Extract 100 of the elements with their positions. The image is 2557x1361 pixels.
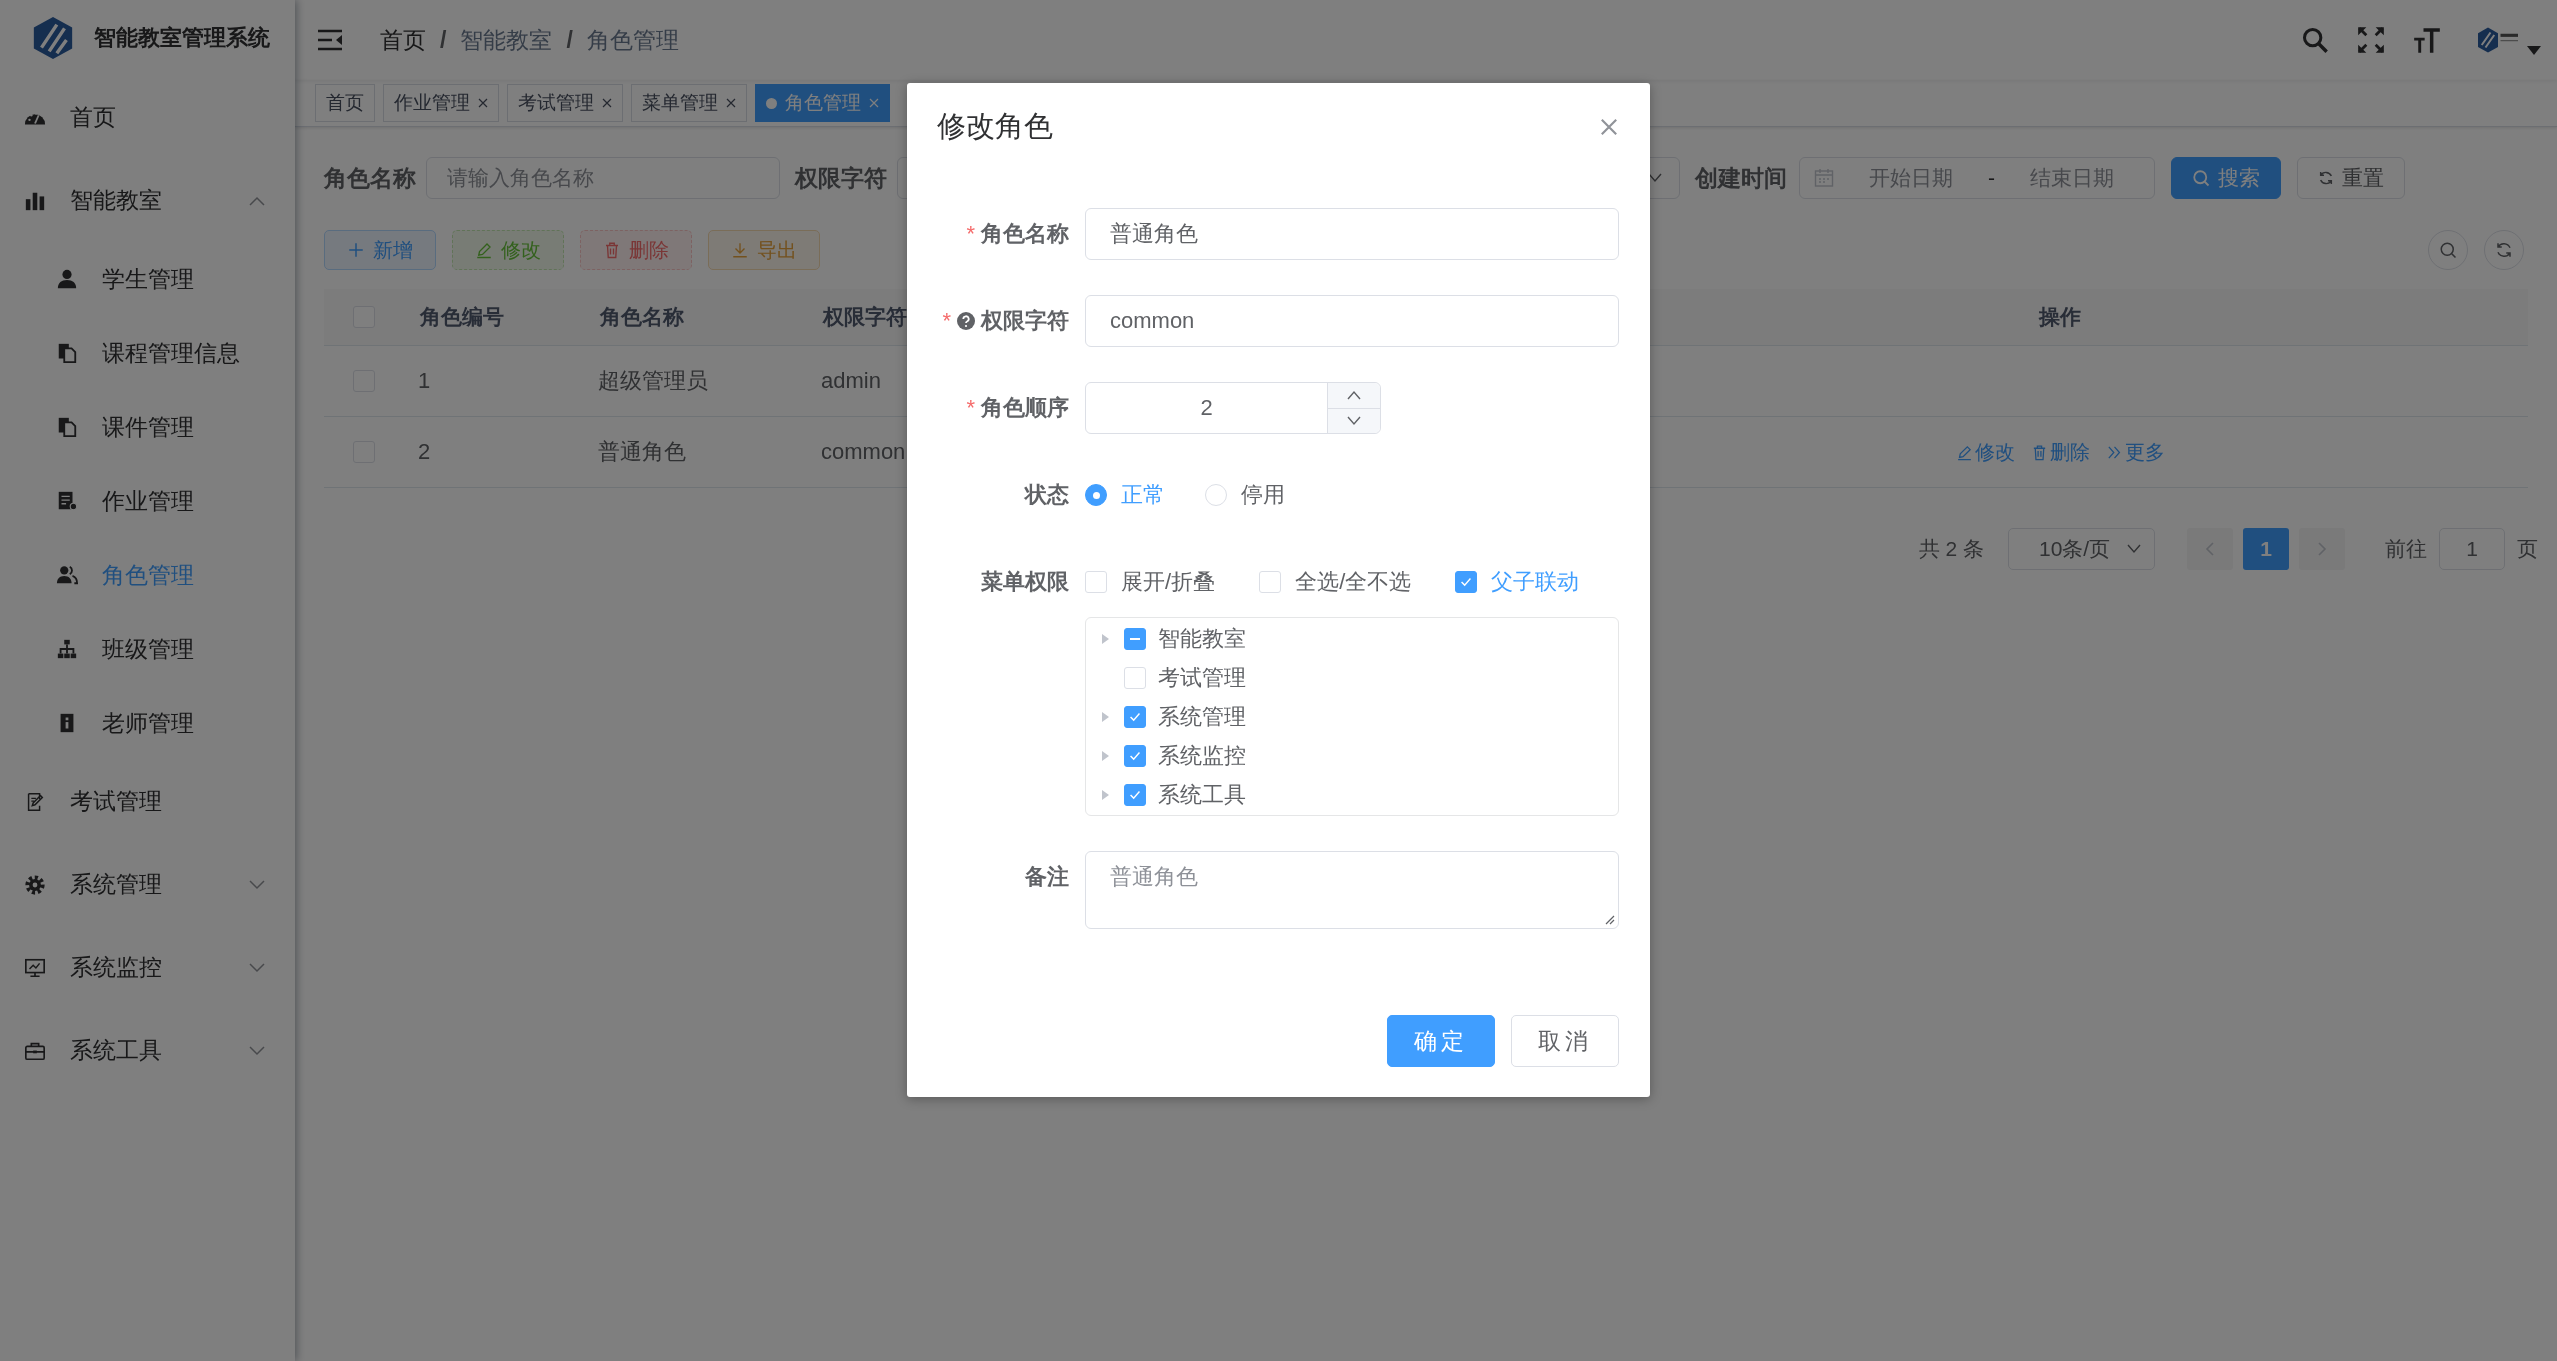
table-cell: 1 (418, 368, 431, 394)
calendar-icon (1814, 168, 1834, 188)
form-label: 状态 (1025, 481, 1069, 509)
text-field[interactable]: 普通角色 (1085, 208, 1619, 260)
breadcrumb-item: 智能教室 (460, 25, 553, 55)
tree-checkbox[interactable] (1124, 627, 1146, 650)
checkbox-label[interactable]: 全选/全不选 (1295, 567, 1412, 597)
menu-item[interactable]: 智能教室 (0, 159, 295, 242)
person-icon (56, 268, 78, 290)
tree-node-label[interactable]: 系统监控 (1158, 740, 1246, 771)
goto-page-field[interactable]: 1 (2439, 528, 2505, 570)
menu-item[interactable]: 系统管理 (0, 843, 295, 926)
page-tab[interactable]: 作业管理 (383, 84, 499, 122)
total-count: 共 2 条 (1918, 536, 1984, 562)
menu-icon[interactable] (318, 29, 342, 51)
checkbox-label[interactable]: 父子联动 (1491, 567, 1580, 597)
tree-node-label[interactable]: 系统管理 (1158, 701, 1246, 732)
table-cell: admin (821, 368, 881, 394)
checkbox[interactable] (1455, 571, 1478, 593)
table-cell-text: 普通角色 (598, 438, 686, 466)
menu-item[interactable]: 课件管理 (0, 390, 295, 464)
close-icon[interactable] (1600, 118, 1618, 136)
breadcrumb-item: 角色管理 (586, 25, 679, 55)
goto-label: 前往 (2385, 536, 2427, 562)
tree-node-label[interactable]: 考试管理 (1158, 662, 1246, 693)
menu-item[interactable]: 课程管理信息 (0, 316, 295, 390)
search-icon[interactable] (2301, 26, 2329, 54)
decrement-button[interactable] (1328, 408, 1380, 433)
refresh-button[interactable] (2484, 230, 2524, 270)
text-size-icon[interactable] (2413, 26, 2441, 54)
page-size-select[interactable]: 10条/页 (2008, 528, 2155, 570)
number-field[interactable]: 2 (1085, 382, 1381, 434)
caret-icon (2126, 544, 2142, 554)
confirm-button[interactable]: 确定 (1387, 1015, 1495, 1067)
tree-checkbox[interactable] (1124, 744, 1146, 767)
caret-icon (1346, 390, 1362, 401)
text-field[interactable]: common (1085, 295, 1619, 347)
dot-icon (766, 97, 777, 109)
caret-icon (1647, 173, 1663, 183)
reset-button[interactable]: 重置 (2297, 157, 2405, 199)
tree-checkbox[interactable] (1124, 705, 1146, 728)
radio-option[interactable]: 正常 (1085, 480, 1165, 510)
gear-icon (24, 873, 46, 896)
form-label: 菜单权限 (981, 568, 1069, 596)
people-icon (56, 564, 78, 586)
menu-item[interactable]: 老师管理 (0, 686, 295, 760)
chevron-left-icon (2205, 541, 2215, 557)
required-mark: * (966, 221, 975, 247)
pencil-icon (475, 241, 493, 259)
checkbox-label[interactable]: 展开/折叠 (1121, 567, 1216, 597)
menu-item[interactable]: 班级管理 (0, 612, 295, 686)
breadcrumb-link[interactable]: 首页 (380, 24, 426, 56)
caret-icon (1346, 415, 1362, 426)
search-icon (2439, 241, 2457, 259)
table-cell-text: 超级管理员 (598, 367, 708, 395)
close-icon[interactable] (726, 98, 736, 108)
page-tab[interactable]: 菜单管理 (631, 84, 747, 122)
menu-item[interactable]: 首页 (0, 76, 295, 159)
chevron-right-icon (2317, 541, 2327, 557)
avatar-logo-icon (2475, 25, 2521, 55)
breadcrumb-separator: / (566, 26, 573, 54)
fullscreen-icon[interactable] (2357, 26, 2385, 54)
increment-button[interactable] (1328, 383, 1380, 409)
menu-item[interactable]: 学生管理 (0, 242, 295, 316)
role-name-field[interactable]: 请输入角色名称 (426, 157, 780, 199)
search-toggle-button[interactable] (2428, 230, 2468, 270)
page-tab[interactable]: 考试管理 (507, 84, 623, 122)
form-label: 备注 (1025, 863, 1069, 891)
column-header: 权限字符 (823, 304, 907, 330)
resize-grip-icon[interactable] (1603, 913, 1615, 925)
menu-item[interactable]: 作业管理 (0, 464, 295, 538)
field-label: 角色名称 (324, 163, 414, 193)
form-label: 角色顺序 (981, 394, 1069, 422)
page-tab[interactable]: 首页 (315, 84, 375, 122)
date-range-field[interactable]: 开始日期 - 结束日期 (1799, 157, 2155, 199)
cancel-button[interactable]: 取消 (1511, 1015, 1619, 1067)
table-cell: 2 (418, 439, 431, 465)
tree-checkbox[interactable] (1124, 783, 1146, 806)
documents-icon (56, 416, 78, 438)
notebook-icon (56, 490, 78, 512)
breadcrumb-separator: / (440, 26, 447, 54)
column-header: 角色名称 (600, 304, 684, 330)
page-suffix: 页 (2517, 536, 2538, 562)
search-icon (2192, 169, 2210, 187)
hierarchy-icon (56, 638, 78, 660)
column-header: 操作 (2039, 304, 2081, 330)
menu-item[interactable]: 系统监控 (0, 926, 295, 1009)
radio-option[interactable]: 停用 (1205, 480, 1285, 510)
caret-down-icon[interactable] (2527, 46, 2541, 55)
tree-node-label[interactable]: 智能教室 (1158, 623, 1246, 654)
tree-node-label[interactable]: 系统工具 (1158, 779, 1246, 810)
close-icon[interactable] (602, 98, 612, 108)
menu-item[interactable]: 系统工具 (0, 1009, 295, 1092)
close-icon[interactable] (478, 98, 488, 108)
menu-item[interactable]: 考试管理 (0, 760, 295, 843)
field-label: 创建时间 (1695, 163, 1787, 193)
refresh-icon (2495, 241, 2513, 259)
required-mark: * (966, 395, 975, 421)
remark-field[interactable]: 普通角色 (1085, 851, 1619, 929)
refresh-icon (2318, 170, 2334, 186)
